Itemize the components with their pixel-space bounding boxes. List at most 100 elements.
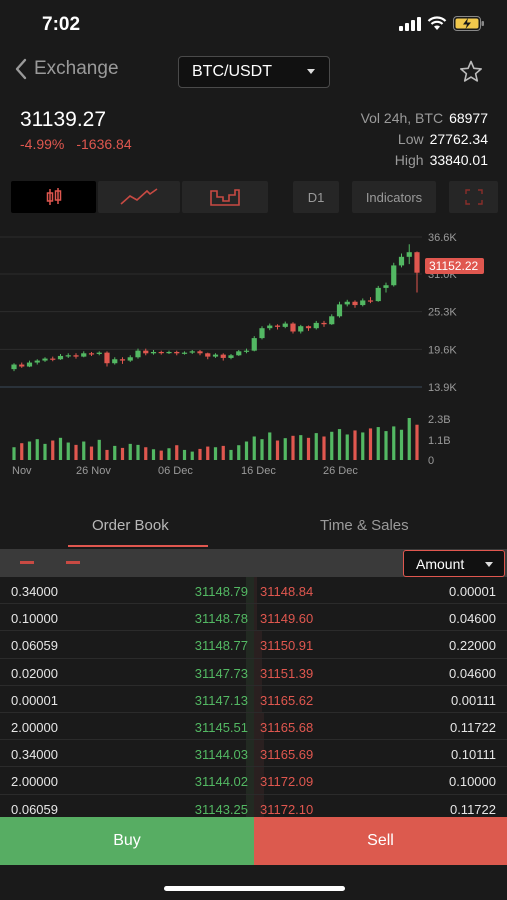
order-book-row[interactable]: 0.06059 31143.25 31172.10 0.11722 bbox=[0, 794, 507, 817]
nav-bar: Exchange BTC/USDT bbox=[0, 52, 507, 92]
candle-body bbox=[119, 359, 126, 361]
volume-bar bbox=[368, 428, 373, 460]
candle-body bbox=[243, 350, 250, 352]
bid-quantity: 0.06059 bbox=[11, 638, 58, 654]
volume-bar bbox=[283, 438, 287, 460]
volume-bar bbox=[89, 446, 94, 460]
amount-dropdown[interactable]: Amount bbox=[403, 550, 505, 577]
grid-lines bbox=[0, 236, 422, 388]
volume-bar bbox=[159, 450, 163, 460]
candle-body bbox=[298, 326, 304, 332]
area-chart-button[interactable] bbox=[182, 181, 268, 213]
volume-bar bbox=[35, 439, 39, 460]
order-book-row[interactable]: 0.10000 31148.78 31149.60 0.04600 bbox=[0, 604, 507, 632]
volume-bar bbox=[392, 426, 396, 460]
back-button[interactable]: Exchange bbox=[14, 58, 119, 80]
tab-order-book[interactable]: Order Book bbox=[92, 517, 169, 534]
line-chart-button[interactable] bbox=[98, 181, 180, 213]
order-book-row[interactable]: 0.34000 31144.03 31165.69 0.10111 bbox=[0, 740, 507, 768]
volume-bar bbox=[43, 443, 47, 460]
price-tick-label: 19.6K bbox=[428, 344, 457, 356]
volume-bar bbox=[120, 447, 125, 460]
volume-bars bbox=[12, 418, 419, 460]
bid-price: 31148.79 bbox=[194, 584, 248, 599]
ask-quantity: 0.22000 bbox=[449, 638, 496, 654]
order-book-list[interactable]: 0.34000 31148.79 31148.84 0.00001 0.10000 311… bbox=[0, 577, 507, 817]
change-absolute: -1636.84 bbox=[76, 136, 132, 152]
home-indicator[interactable] bbox=[164, 886, 345, 891]
ask-price: 31165.62 bbox=[260, 692, 314, 708]
change-percent: -4.99% bbox=[20, 136, 65, 152]
current-price-tag: 31152.22 bbox=[425, 258, 484, 274]
time-tick-label: 26 Dec bbox=[323, 465, 358, 477]
order-book-row[interactable]: 0.02000 31147.73 31151.39 0.04600 bbox=[0, 658, 507, 686]
volume-bar bbox=[151, 449, 156, 460]
volume-bar bbox=[105, 449, 109, 460]
order-book-row[interactable]: 0.00001 31147.13 31165.62 0.00111 bbox=[0, 685, 507, 713]
bid-price: 31145.51 bbox=[194, 719, 248, 735]
candlestick-icon bbox=[46, 188, 61, 205]
candle-body bbox=[96, 352, 102, 354]
volume-bar bbox=[82, 441, 86, 460]
candle-body bbox=[88, 353, 95, 355]
order-book-row[interactable]: 2.00000 31144.02 31172.09 0.10000 bbox=[0, 767, 507, 795]
fullscreen-button[interactable] bbox=[449, 181, 498, 213]
volume-bar bbox=[314, 433, 318, 460]
candle-body bbox=[329, 316, 335, 325]
candle-body bbox=[321, 322, 327, 325]
volume-bar bbox=[376, 427, 380, 460]
price-axis: 36.6K31.0K25.3K19.6K13.9K bbox=[428, 232, 457, 394]
pair-selector[interactable]: BTC/USDT bbox=[178, 56, 330, 88]
candle-body bbox=[398, 256, 405, 266]
candle-body bbox=[290, 323, 296, 332]
order-book-row[interactable]: 0.06059 31148.77 31150.91 0.22000 bbox=[0, 631, 507, 659]
back-label: Exchange bbox=[34, 58, 119, 79]
signal-icon bbox=[399, 16, 421, 31]
candle-body bbox=[352, 301, 358, 306]
bid-price: 31148.78 bbox=[194, 611, 248, 627]
order-book-row[interactable]: 0.34000 31148.79 31148.84 0.00001 bbox=[0, 577, 507, 605]
candle-body bbox=[228, 355, 234, 358]
ask-quantity: 0.10111 bbox=[450, 747, 496, 763]
time-tick-label: 06 Dec bbox=[158, 465, 193, 477]
tab-time-sales[interactable]: Time & Sales bbox=[320, 517, 409, 534]
candlestick-button[interactable] bbox=[11, 181, 96, 213]
candle-body bbox=[158, 351, 164, 354]
market-stats: Vol 24h, BTC 68977 Low 27762.34 High 33840.… bbox=[361, 108, 488, 171]
time-tick-label: 26 Nov bbox=[76, 465, 111, 477]
candle-body bbox=[189, 351, 195, 353]
indicators-button[interactable]: Indicators bbox=[352, 181, 436, 213]
candle-body bbox=[414, 252, 420, 273]
candle-body bbox=[383, 285, 389, 288]
candle-body bbox=[112, 359, 118, 364]
sell-button[interactable]: Sell bbox=[254, 817, 507, 865]
candlestick-chart[interactable]: 36.6K31.0K25.3K19.6K13.9K 2.3B1.1B0 Nov 2… bbox=[0, 228, 507, 480]
bid-quantity: 0.02000 bbox=[11, 665, 58, 681]
ask-price: 31149.60 bbox=[260, 611, 314, 627]
order-book-header: Amount bbox=[0, 549, 507, 577]
candle-body bbox=[336, 304, 343, 317]
timeframe-label: D1 bbox=[307, 189, 325, 205]
volume-bar bbox=[399, 429, 404, 460]
timeframe-button[interactable]: D1 bbox=[293, 181, 339, 213]
ask-quantity: 0.00111 bbox=[450, 692, 496, 708]
bid-quantity: 2.00000 bbox=[11, 719, 58, 735]
star-icon[interactable] bbox=[459, 60, 483, 83]
volume-bar bbox=[144, 447, 148, 460]
volume-bar bbox=[330, 431, 334, 460]
candle-body bbox=[19, 364, 25, 367]
price-chart[interactable]: 36.6K 31.0K 25.3K 19.6K 13.9K 2.3B 1.1B 0 Nov 2… bbox=[0, 228, 507, 480]
candle-body bbox=[104, 352, 110, 364]
chevron-down-icon bbox=[307, 69, 315, 74]
volume-bar bbox=[74, 444, 78, 460]
volume-bar bbox=[260, 439, 264, 460]
order-book-row[interactable]: 2.00000 31145.51 31165.68 0.11722 bbox=[0, 712, 507, 741]
ask-quantity: 0.04600 bbox=[449, 611, 496, 627]
buy-button[interactable]: Buy bbox=[0, 817, 254, 865]
volume-bar bbox=[58, 437, 63, 460]
battery-charging-icon bbox=[453, 16, 484, 31]
candle-body bbox=[267, 325, 273, 329]
volume-bar bbox=[361, 432, 365, 460]
candle-body bbox=[81, 353, 87, 357]
low-value: 27762.34 bbox=[429, 131, 488, 147]
